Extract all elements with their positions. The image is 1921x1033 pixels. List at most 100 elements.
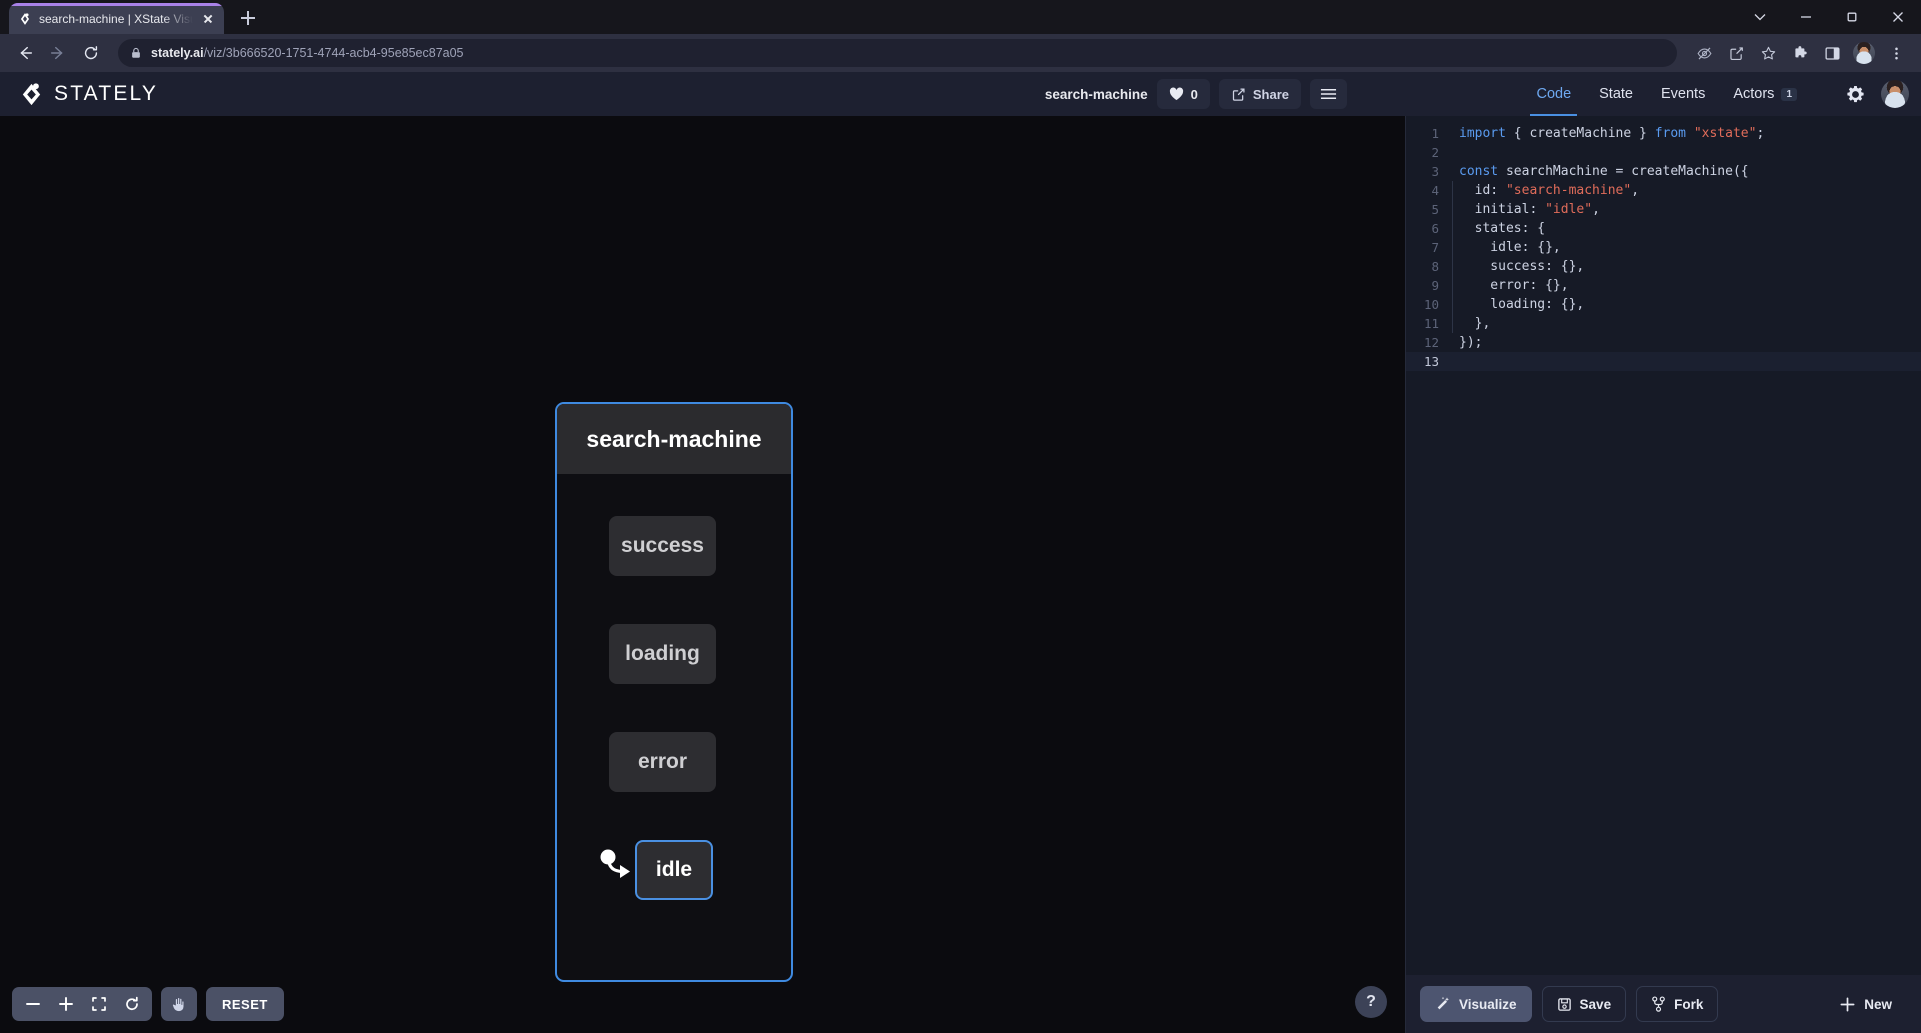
heart-icon [1169, 87, 1184, 101]
visualize-label: Visualize [1459, 996, 1517, 1012]
minimize-icon[interactable] [1783, 0, 1829, 34]
line-number: 10 [1423, 297, 1439, 312]
fit-to-screen-icon[interactable] [82, 988, 115, 1021]
statechart-canvas[interactable]: search-machine success loading error idl… [0, 116, 1405, 1033]
line-number: 6 [1431, 221, 1439, 236]
share-label: Share [1252, 86, 1289, 102]
tab-events[interactable]: Events [1647, 72, 1719, 116]
share-button[interactable]: Share [1218, 79, 1301, 109]
browser-tab-strip: search-machine | XState Visualize [0, 0, 1921, 34]
machine-node-title: search-machine [557, 404, 791, 474]
machine-node[interactable]: search-machine success loading error idl… [555, 402, 793, 982]
gear-icon[interactable] [1846, 85, 1865, 104]
bookmark-star-icon[interactable] [1753, 38, 1783, 68]
magic-wand-icon [1435, 996, 1451, 1012]
line-number: 8 [1431, 259, 1439, 274]
code-text: }, [1452, 314, 1491, 333]
save-button[interactable]: Save [1541, 986, 1627, 1022]
side-panel-icon[interactable] [1817, 38, 1847, 68]
fork-branch-icon [1651, 996, 1666, 1012]
line-number: 9 [1431, 278, 1439, 293]
panel-tabs: Code State Events Actors 1 [1522, 72, 1811, 116]
eye-off-icon[interactable] [1689, 38, 1719, 68]
code-text: const searchMachine = createMachine({ [1459, 164, 1749, 179]
plus-icon[interactable] [49, 988, 82, 1021]
code-line: 3 const searchMachine = createMachine({ [1406, 162, 1921, 181]
share-icon [1231, 87, 1246, 102]
editor-panel: 1 import { createMachine } from "xstate";… [1405, 116, 1921, 1033]
code-line: 10 loading: {}, [1406, 295, 1921, 314]
back-icon[interactable] [10, 38, 40, 68]
tab-code[interactable]: Code [1522, 72, 1585, 116]
fork-button[interactable]: Fork [1636, 986, 1719, 1022]
code-line: 2 [1406, 143, 1921, 162]
line-number: 4 [1431, 183, 1439, 198]
stately-logo-icon [17, 11, 32, 26]
save-label: Save [1579, 996, 1612, 1012]
tab-actors-label: Actors [1733, 86, 1775, 102]
tab-code-label: Code [1536, 86, 1572, 102]
user-avatar[interactable] [1881, 80, 1909, 108]
toolbar-icons [1689, 38, 1911, 68]
browser-tab[interactable]: search-machine | XState Visualize [9, 3, 224, 34]
tab-actors[interactable]: Actors 1 [1719, 72, 1811, 116]
state-node-loading[interactable]: loading [609, 624, 716, 684]
pan-hand-button[interactable] [161, 987, 197, 1021]
plus-icon [1839, 996, 1856, 1013]
code-line: 11 }, [1406, 314, 1921, 333]
line-number: 3 [1431, 164, 1439, 179]
code-text: }); [1459, 335, 1483, 350]
address-bar[interactable]: stately.ai/viz/3b666520-1751-4744-acb4-9… [118, 39, 1677, 67]
tab-state[interactable]: State [1585, 72, 1647, 116]
like-button[interactable]: 0 [1156, 79, 1210, 109]
code-line: 4 id: "search-machine", [1406, 181, 1921, 200]
maximize-icon[interactable] [1829, 0, 1875, 34]
code-line: 12}); [1406, 333, 1921, 352]
visualize-button[interactable]: Visualize [1420, 986, 1532, 1022]
state-node-error[interactable]: error [609, 732, 716, 792]
help-button[interactable]: ? [1355, 986, 1387, 1018]
code-text: error: {}, [1452, 276, 1568, 295]
header-right-group [1846, 80, 1909, 108]
extensions-puzzle-icon[interactable] [1785, 38, 1815, 68]
state-label: loading [625, 642, 700, 665]
app-header: STATELY search-machine 0 Share Code Stat… [0, 72, 1921, 116]
close-icon[interactable] [200, 11, 216, 27]
reset-circle-icon[interactable] [115, 988, 148, 1021]
tab-state-label: State [1599, 86, 1633, 102]
code-line: 9 error: {}, [1406, 276, 1921, 295]
state-label: idle [655, 858, 693, 881]
line-number: 2 [1431, 145, 1439, 160]
tab-actors-badge: 1 [1781, 87, 1797, 101]
state-node-success[interactable]: success [609, 516, 716, 576]
new-button[interactable]: New [1824, 986, 1907, 1022]
window-controls [1737, 0, 1921, 34]
share-icon[interactable] [1721, 38, 1751, 68]
browser-toolbar: stately.ai/viz/3b666520-1751-4744-acb4-9… [0, 34, 1921, 72]
chevron-down-icon[interactable] [1737, 0, 1783, 34]
minus-icon[interactable] [16, 988, 49, 1021]
line-number: 5 [1431, 202, 1439, 217]
code-text: idle: {}, [1452, 238, 1560, 257]
forward-icon[interactable] [43, 38, 73, 68]
code-text: states: { [1452, 219, 1545, 238]
browser-tab-title: search-machine | XState Visualize [39, 11, 193, 26]
reload-icon[interactable] [76, 38, 106, 68]
state-label: success [621, 534, 704, 557]
new-tab-button[interactable] [234, 4, 262, 32]
reset-button[interactable]: RESET [206, 987, 284, 1021]
stately-logo[interactable]: STATELY [18, 81, 158, 108]
close-icon[interactable] [1875, 0, 1921, 34]
url-path: /viz/3b666520-1751-4744-acb4-95e85ec87a0… [203, 46, 464, 60]
code-text: loading: {}, [1452, 295, 1584, 314]
more-menu-icon[interactable] [1881, 38, 1911, 68]
url-domain: stately.ai [151, 46, 204, 60]
hamburger-menu-button[interactable] [1310, 79, 1347, 109]
floppy-disk-icon [1557, 997, 1572, 1012]
code-editor[interactable]: 1 import { createMachine } from "xstate";… [1406, 116, 1921, 975]
line-number: 11 [1423, 316, 1439, 331]
initial-state-marker-icon [599, 849, 651, 891]
code-text: success: {}, [1452, 257, 1584, 276]
code-line: 1 import { createMachine } from "xstate"; [1406, 124, 1921, 143]
profile-avatar-icon[interactable] [1849, 38, 1879, 68]
